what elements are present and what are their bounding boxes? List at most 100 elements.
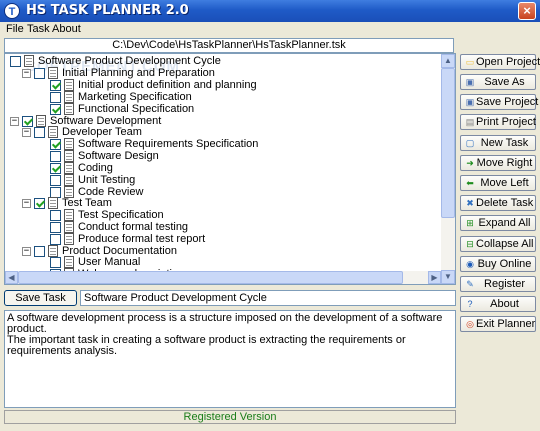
task-checkbox[interactable] — [50, 233, 61, 245]
button-label: Move Right — [476, 157, 533, 169]
tree-node-label: Coding — [78, 162, 113, 174]
button-label: About — [490, 298, 519, 310]
scroll-left-icon[interactable]: ◀ — [5, 271, 18, 284]
document-icon — [64, 209, 74, 221]
description-line: The important task in creating a softwar… — [7, 334, 406, 357]
task-checkbox[interactable] — [50, 150, 61, 162]
about-button[interactable]: ? About — [460, 296, 536, 312]
tree-node[interactable]: Software Design — [38, 150, 159, 162]
new-task-button[interactable]: ▢ New Task — [460, 135, 536, 151]
tree-node-label: Software Design — [78, 150, 159, 162]
close-button[interactable]: × — [518, 2, 536, 20]
task-checkbox[interactable] — [50, 138, 61, 150]
tree-node[interactable]: Software Product Development Cycle — [10, 55, 221, 67]
tree-node[interactable]: Conduct formal testing — [38, 221, 188, 233]
task-checkbox[interactable] — [50, 209, 61, 221]
task-checkbox[interactable] — [50, 91, 61, 103]
task-checkbox[interactable] — [50, 186, 61, 198]
scroll-down-icon[interactable]: ▼ — [441, 270, 455, 284]
button-label: Collapse All — [476, 238, 534, 250]
button-label: Delete Task — [476, 197, 534, 209]
move-right-button[interactable]: ➜ Move Right — [460, 155, 536, 171]
collapse-all-icon: ⊟ — [466, 238, 474, 249]
expand-all-button[interactable]: ⊞ Expand All — [460, 215, 536, 231]
menu-file[interactable]: File — [6, 23, 24, 35]
buy-online-button[interactable]: ◉ Buy Online — [460, 256, 536, 272]
task-name-input[interactable]: Software Product Development Cycle — [80, 290, 456, 306]
print-project-button[interactable]: ▤ Print Project — [460, 114, 536, 130]
scroll-thumb[interactable] — [441, 68, 455, 218]
task-checkbox[interactable] — [50, 256, 61, 268]
document-icon — [64, 174, 74, 186]
tree-node[interactable]: Functional Specification — [38, 103, 194, 115]
arrow-left-icon: ⬅ — [466, 177, 474, 188]
task-checkbox[interactable] — [50, 162, 61, 174]
horizontal-scrollbar[interactable]: ◀ ▶ — [5, 271, 441, 284]
task-checkbox[interactable] — [50, 174, 61, 186]
tree-node[interactable]: User Manual — [38, 256, 140, 268]
move-left-button[interactable]: ⬅ Move Left — [460, 175, 536, 191]
document-icon — [64, 138, 74, 150]
tree-node-label: Test Team — [62, 197, 112, 209]
task-checkbox[interactable] — [34, 197, 45, 209]
exit-icon: ◎ — [466, 318, 474, 329]
save-project-button[interactable]: ▣ Save Project — [460, 94, 538, 110]
save-as-button[interactable]: ▣ Save As — [460, 74, 536, 90]
collapse-node-icon[interactable]: − — [22, 198, 31, 208]
collapse-node-icon[interactable]: − — [10, 116, 19, 126]
button-label: Buy Online — [477, 258, 532, 270]
menu-task[interactable]: Task — [27, 23, 50, 35]
tree-node[interactable]: Test Specification — [38, 209, 164, 221]
tree-node-label: Initial product definition and planning — [78, 79, 257, 91]
status-bar: Registered Version — [4, 410, 456, 424]
task-checkbox[interactable] — [50, 221, 61, 233]
open-project-button[interactable]: ▭ Open Project — [460, 54, 540, 70]
task-checkbox[interactable] — [10, 55, 21, 67]
menu-about[interactable]: About — [52, 23, 81, 35]
tree-node[interactable]: Marketing Specification — [38, 91, 192, 103]
task-checkbox[interactable] — [50, 79, 61, 91]
register-button[interactable]: ✎ Register — [460, 276, 536, 292]
tree-node[interactable]: − Developer Team — [22, 126, 142, 138]
globe-icon: ◉ — [466, 258, 474, 269]
task-checkbox[interactable] — [34, 67, 45, 79]
exit-planner-button[interactable]: ◎ Exit Planner — [460, 316, 536, 332]
tree-node-label: Software Product Development Cycle — [38, 55, 221, 67]
tree-node[interactable]: Initial product definition and planning — [38, 79, 257, 91]
delete-task-button[interactable]: ✖ Delete Task — [460, 195, 536, 211]
document-icon — [64, 150, 74, 162]
scroll-up-icon[interactable]: ▲ — [441, 54, 455, 68]
document-icon — [64, 91, 74, 103]
tree-node-label: Initial Planning and Preparation — [62, 67, 215, 79]
task-description-textarea[interactable]: A software development process is a stru… — [4, 310, 456, 408]
collapse-all-button[interactable]: ⊟ Collapse All — [460, 236, 536, 252]
collapse-node-icon[interactable]: − — [22, 127, 31, 137]
tree-node[interactable]: Produce formal test report — [38, 233, 205, 245]
collapse-node-icon[interactable]: − — [22, 68, 31, 78]
save-task-button[interactable]: Save Task — [4, 290, 77, 306]
task-checkbox[interactable] — [50, 103, 61, 115]
button-label: Exit Planner — [476, 318, 536, 330]
collapse-node-icon[interactable]: − — [22, 246, 31, 256]
project-path-field: C:\Dev\Code\HsTaskPlanner\HsTaskPlanner.… — [4, 38, 454, 53]
horizontal-scroll-thumb[interactable] — [18, 271, 403, 284]
disk-icon: ▣ — [465, 96, 475, 107]
task-checkbox[interactable] — [34, 245, 45, 257]
title-bar: T HS TASK PLANNER 2.0 × — [0, 0, 540, 22]
tree-node[interactable]: − Initial Planning and Preparation — [22, 67, 215, 79]
tree-node[interactable]: Software Requirements Specification — [38, 138, 258, 150]
task-checkbox[interactable] — [34, 126, 45, 138]
folder-icon: ▭ — [465, 56, 475, 67]
scroll-right-icon[interactable]: ▶ — [428, 271, 441, 284]
button-label: Open Project — [476, 56, 540, 68]
tree-node[interactable]: − Test Team — [22, 197, 112, 209]
vertical-scrollbar[interactable]: ▲ ▼ — [441, 54, 455, 284]
tree-node[interactable]: Coding — [38, 162, 113, 174]
menu-bar: File Task About — [0, 22, 540, 36]
tree-node[interactable]: Unit Testing — [38, 174, 135, 186]
delete-task-icon: ✖ — [466, 197, 474, 208]
task-checkbox[interactable] — [22, 115, 33, 127]
tree-node-label: Unit Testing — [78, 174, 136, 186]
info-icon: ? — [467, 299, 473, 309]
document-icon — [64, 256, 74, 268]
